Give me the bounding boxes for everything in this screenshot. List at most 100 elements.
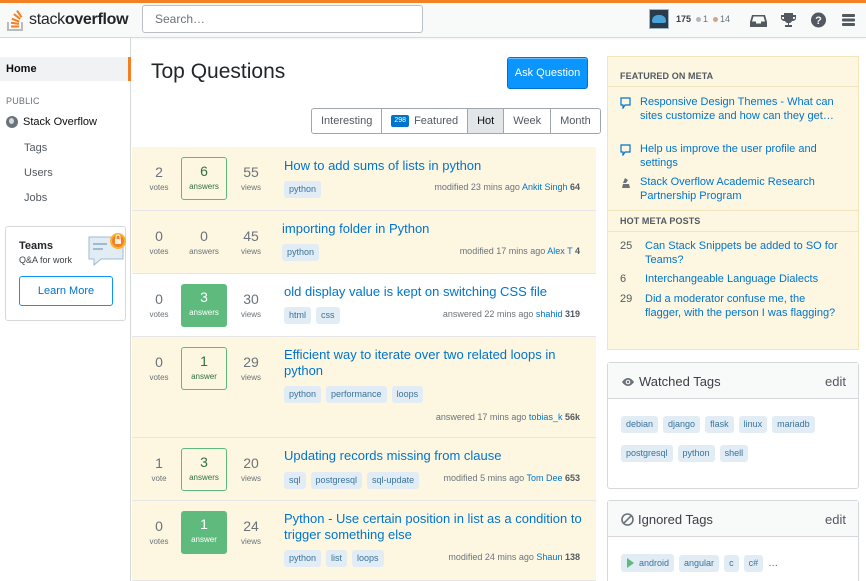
user-link[interactable]: shahid	[536, 309, 563, 319]
tag-csharp[interactable]: c#	[743, 554, 764, 572]
nav-users[interactable]: Users	[24, 167, 53, 179]
tag-python[interactable]: python	[677, 445, 715, 462]
hot-meta-post[interactable]: 25 Can Stack Snippets be added to SO for…	[616, 240, 844, 267]
tab-featured[interactable]: 298 Featured	[382, 109, 469, 133]
teams-illustration-icon	[88, 233, 126, 267]
answer-count: 1 answer	[181, 347, 227, 390]
nav-tags[interactable]: Tags	[24, 142, 47, 154]
featured-post-link[interactable]: Responsive Design Themes - What can site…	[640, 96, 848, 123]
featured-on-meta-heading: FEATURED ON META	[620, 71, 714, 81]
featured-post[interactable]: Help us improve the user profile and set…	[620, 143, 848, 170]
question-title-link[interactable]: Efficient way to iterate over two relate…	[284, 347, 574, 379]
tag-postgresql[interactable]: postgresql	[310, 472, 363, 489]
answer-count: 3 answers	[181, 448, 227, 491]
hot-meta-post[interactable]: 29 Did a moderator confuse me, the flagg…	[616, 293, 844, 320]
vote-count: 0 votes	[149, 518, 169, 546]
tag-postgresql[interactable]: postgresql	[621, 445, 673, 462]
hot-post-link[interactable]: Did a moderator confuse me, the flagger,…	[645, 293, 844, 320]
question-title-link[interactable]: Python - Use certain position in list as…	[284, 511, 584, 543]
site-switcher-icon[interactable]	[840, 12, 857, 28]
question-title-link[interactable]: importing folder in Python	[282, 221, 582, 237]
user-link[interactable]: Shaun	[536, 552, 562, 562]
help-icon[interactable]: ?	[810, 12, 827, 28]
featured-post[interactable]: Responsive Design Themes - What can site…	[620, 96, 848, 123]
nav-jobs[interactable]: Jobs	[24, 192, 47, 204]
bronze-badge-icon	[713, 16, 719, 22]
tag-linux[interactable]: linux	[738, 416, 768, 433]
tab-interesting[interactable]: Interesting	[312, 109, 383, 133]
user-reputation: 64	[569, 182, 580, 192]
achievements-icon[interactable]	[780, 12, 797, 28]
vote-count: 0 votes	[149, 291, 169, 319]
hot-post-link[interactable]: Can Stack Snippets be added to SO for Te…	[645, 240, 844, 267]
chat-bubble-icon	[620, 97, 631, 110]
question-title-link[interactable]: Updating records missing from clause	[284, 448, 584, 464]
view-count: 29 views	[240, 354, 261, 382]
tag-sql[interactable]: sql	[284, 472, 306, 489]
tag-css[interactable]: css	[316, 307, 340, 324]
tab-month[interactable]: Month	[551, 109, 600, 133]
teams-promo: Teams Q&A for work Learn More	[5, 226, 126, 321]
avatar[interactable]	[649, 9, 669, 29]
hot-post-count: 25	[620, 240, 633, 252]
vote-count: 1 vote	[151, 455, 167, 483]
tab-week-label: Week	[513, 115, 542, 127]
ask-question-button[interactable]: Ask Question	[507, 57, 588, 89]
user-link[interactable]: Ankit Singh	[522, 182, 568, 192]
inbox-icon[interactable]	[750, 12, 767, 28]
tab-month-label: Month	[560, 115, 591, 127]
reputation-count: 175	[676, 14, 692, 24]
tag-loops[interactable]: loops	[352, 550, 384, 567]
tag-shell[interactable]: shell	[719, 445, 749, 462]
answer-count-accepted: 1 answer	[181, 511, 227, 554]
tag-python[interactable]: python	[284, 550, 322, 567]
tag-python[interactable]: python	[282, 244, 320, 261]
tag-python[interactable]: python	[284, 386, 322, 403]
learn-more-button[interactable]: Learn More	[19, 276, 113, 306]
tag-python[interactable]: python	[284, 181, 322, 198]
hot-post-link[interactable]: Interchangeable Language Dialects	[645, 273, 818, 287]
hot-meta-post[interactable]: 6 Interchangeable Language Dialects	[616, 273, 844, 287]
tag-android[interactable]: android	[621, 554, 675, 572]
question-title-link[interactable]: How to add sums of lists in python	[284, 158, 584, 174]
user-reputation: 319	[564, 309, 580, 319]
tab-hot[interactable]: Hot	[468, 109, 505, 133]
featured-post[interactable]: Stack Overflow Academic Research Partner…	[620, 176, 848, 203]
tag-sql-update[interactable]: sql-update	[367, 472, 420, 489]
user-reputation: 138	[564, 552, 580, 562]
view-count: 30 views	[240, 291, 261, 319]
tag-django[interactable]: django	[663, 416, 701, 433]
nav-home[interactable]: Home	[0, 57, 131, 81]
tag-html[interactable]: html	[284, 307, 312, 324]
tag-c[interactable]: c	[724, 554, 739, 572]
tag-mariadb[interactable]: mariadb	[772, 416, 815, 433]
edit-ignored-tags-link[interactable]: edit	[825, 512, 846, 527]
tag-performance[interactable]: performance	[326, 386, 387, 403]
nav-stack-overflow[interactable]: Stack Overflow	[6, 116, 97, 128]
featured-post-link[interactable]: Stack Overflow Academic Research Partner…	[640, 176, 848, 203]
tag-debian[interactable]: debian	[621, 416, 659, 433]
tag-angular[interactable]: angular	[679, 554, 720, 572]
user-link[interactable]: tobias_k	[529, 412, 563, 422]
search-input[interactable]	[142, 5, 423, 33]
watched-tags-title: Watched Tags	[639, 374, 721, 389]
tag-list[interactable]: list	[326, 550, 348, 567]
featured-post-link[interactable]: Help us improve the user profile and set…	[640, 143, 848, 170]
vote-count: 0 votes	[149, 228, 169, 256]
question-activity: modified 24 mins ago Shaun 138	[448, 552, 580, 562]
question-title-link[interactable]: old display value is kept on switching C…	[284, 284, 584, 300]
more-ignored-tags[interactable]: …	[768, 558, 778, 569]
view-count: 45 views	[240, 228, 261, 256]
tab-week[interactable]: Week	[504, 109, 552, 133]
user-link[interactable]: Tom Dee	[526, 473, 562, 483]
stackoverflow-logo[interactable]: stackoverflow	[6, 6, 129, 34]
user-link[interactable]: Alex T	[547, 246, 572, 256]
tag-loops[interactable]: loops	[391, 386, 424, 403]
edit-watched-tags-link[interactable]: edit	[825, 374, 846, 389]
left-sidebar: Home PUBLIC Stack Overflow Tags Users Jo…	[0, 38, 131, 581]
question-activity: modified 23 mins ago Ankit Singh 64	[434, 182, 580, 192]
user-profile-link[interactable]: 175 1 14	[649, 6, 730, 32]
tag-flask[interactable]: flask	[705, 416, 734, 433]
view-count: 55 views	[240, 164, 261, 192]
question-list: 2 votes 6 answers 55 views How to add sums …	[132, 147, 596, 581]
